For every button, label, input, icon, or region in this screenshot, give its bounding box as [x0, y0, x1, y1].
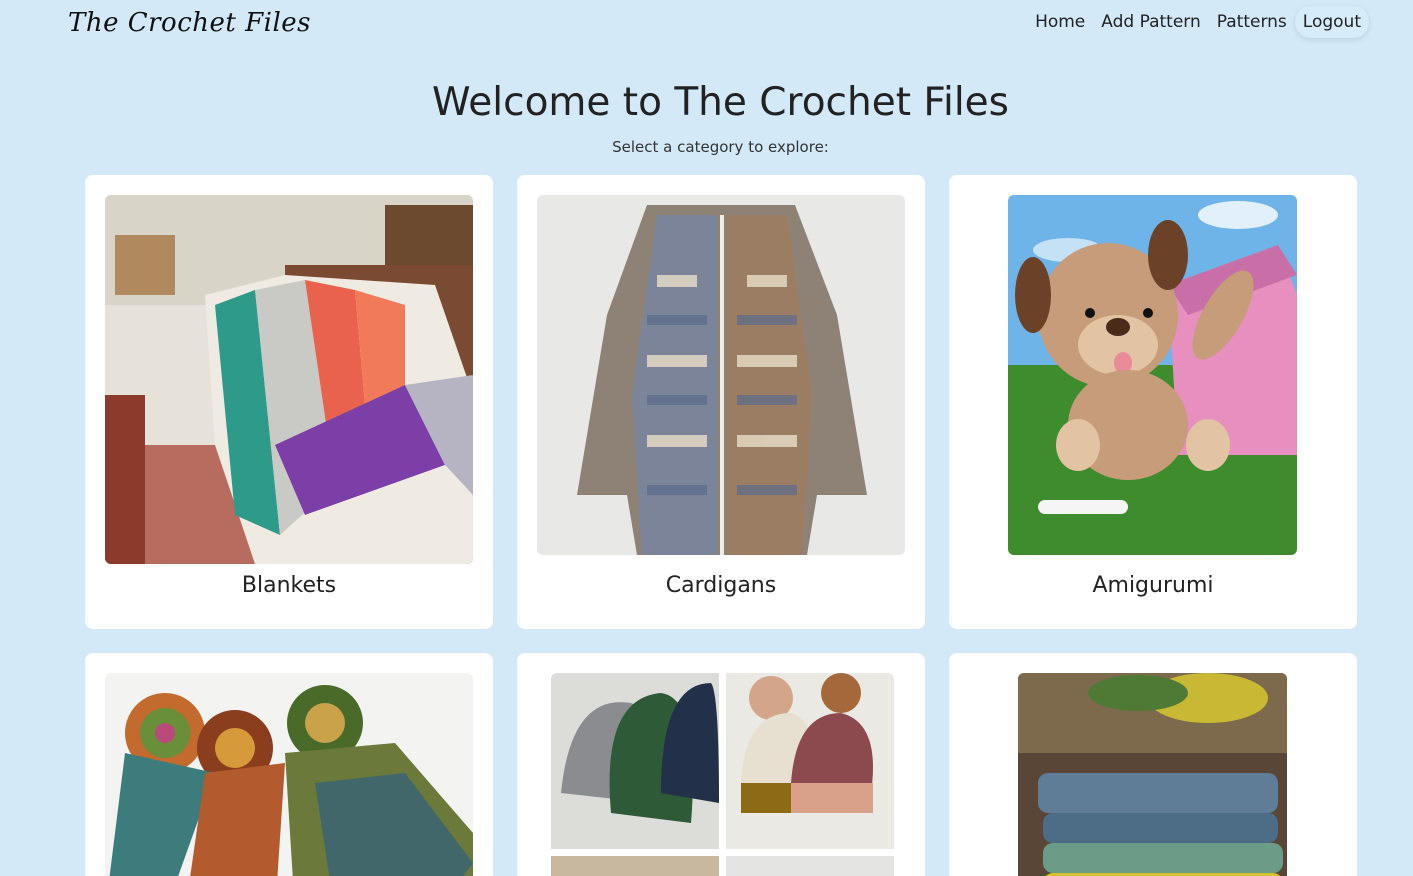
category-card-blankets[interactable]: Blankets — [85, 175, 493, 629]
category-card-amigurumi[interactable]: Amigurumi — [949, 175, 1357, 629]
category-title: Cardigans — [665, 573, 777, 598]
logout-button[interactable]: Logout — [1294, 6, 1369, 38]
hats-image — [551, 673, 894, 876]
navbar: The Crochet Files Home Add Pattern Patte… — [0, 0, 1413, 52]
nav-links: Home Add Pattern Patterns Logout — [1027, 6, 1369, 38]
category-card-5[interactable] — [517, 653, 925, 876]
nav-home-link[interactable]: Home — [1027, 6, 1093, 38]
category-card-6[interactable] — [949, 653, 1357, 876]
category-title: Amigurumi — [1092, 573, 1214, 598]
nav-patterns-link[interactable]: Patterns — [1209, 6, 1295, 38]
category-card-cardigans[interactable]: Cardigans — [517, 175, 925, 629]
dishcloths-image — [1018, 673, 1287, 876]
page-title: Welcome to The Crochet Files — [432, 80, 1009, 125]
amigurumi-image — [1008, 195, 1297, 555]
blanket-image — [105, 195, 473, 564]
cardigan-image — [537, 195, 905, 555]
page-subtitle: Select a category to explore: — [612, 138, 829, 156]
brand-logo[interactable]: The Crochet Files — [68, 8, 311, 38]
category-title: Blankets — [241, 573, 337, 598]
category-card-4[interactable] — [85, 653, 493, 876]
nav-add-pattern-link[interactable]: Add Pattern — [1093, 6, 1208, 38]
scarves-image — [105, 673, 473, 876]
